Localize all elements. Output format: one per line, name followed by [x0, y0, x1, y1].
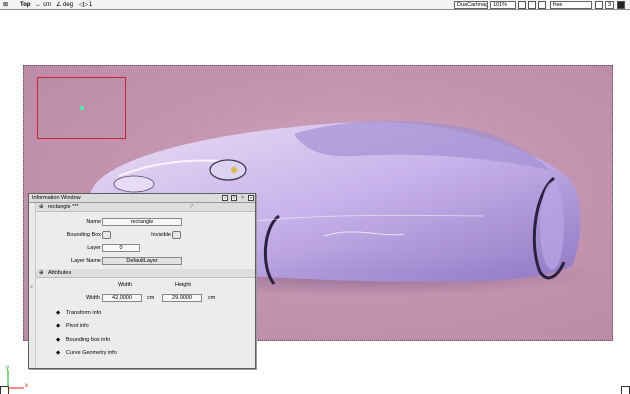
layer-name-field: DefaultLayer — [102, 257, 182, 265]
unit-label[interactable]: cm — [43, 1, 51, 9]
zoom-field[interactable]: 101% — [490, 1, 516, 9]
axis-indicator: y x — [6, 365, 28, 389]
angle-unit-label[interactable]: deg — [63, 1, 73, 9]
page-icon[interactable] — [595, 1, 603, 9]
information-window-body: ⊕ rectangle *** ⤤ Name rectangle Boundin… — [35, 203, 255, 368]
resize-grip-icon[interactable]: ≡ — [30, 284, 33, 290]
invisible-label: Invisible — [151, 232, 171, 238]
height-field[interactable]: 29.0000 — [162, 294, 202, 302]
attributes-header: Attributes — [48, 270, 72, 276]
pin-icon[interactable]: ⤤ — [190, 203, 193, 212]
snap-value[interactable]: 1 — [89, 1, 92, 9]
height-unit: cm — [208, 295, 216, 301]
diamond-icon: ◆ — [56, 350, 61, 356]
object-section-header[interactable]: ⊕ rectangle *** ⤤ — [36, 203, 255, 212]
width-field[interactable]: 42.0000 — [102, 294, 142, 302]
close-icon[interactable]: ⊠ — [3, 1, 8, 9]
pivot-point[interactable] — [80, 106, 84, 110]
curve-geometry-info-item[interactable]: ◆ Curve Geometry info — [56, 349, 117, 357]
layer-label: Layer — [87, 245, 101, 251]
fit-view-icon[interactable] — [528, 1, 536, 9]
scroll-icon[interactable]: ↕ — [222, 195, 228, 201]
corner-marker-icon — [621, 386, 630, 394]
pivot-info-item[interactable]: ◆ Pivot info — [56, 322, 89, 330]
diamond-icon: ◆ — [56, 323, 61, 329]
width-column-header: Width — [117, 282, 133, 288]
attributes-section-header[interactable]: ⊕ Attributes — [36, 269, 255, 278]
angle-icon: ∠ — [56, 2, 62, 8]
unit-arrow-icon: ↔ — [35, 2, 41, 8]
viewport-toolbar: ⊠ Top ↔ cm ∠ deg ◁▷ 1 DuaCarImage 101% f… — [0, 0, 630, 10]
snap-icon: ◁▷ — [79, 2, 89, 8]
name-label: Name — [86, 219, 101, 225]
information-window[interactable]: Information Window ↕ ≡ ▷ × ⊕ rectangle *… — [28, 193, 256, 369]
page-count[interactable]: 3 — [605, 1, 614, 9]
information-window-title: Information Window — [32, 195, 81, 201]
zoom-icon[interactable] — [518, 1, 526, 9]
bounding-box-label: Bounding Box — [66, 232, 101, 238]
width-unit: cm — [147, 295, 155, 301]
pan-icon[interactable] — [538, 1, 546, 9]
name-field[interactable]: rectangle — [102, 218, 182, 226]
information-window-titlebar[interactable]: Information Window ↕ ≡ ▷ × — [29, 194, 255, 203]
layer-name-label: Layer Name — [71, 258, 101, 264]
transform-info-item[interactable]: ◆ Transform info — [56, 309, 101, 317]
diamond-icon: ◆ — [56, 310, 61, 316]
diamond-icon: ◆ — [56, 337, 61, 343]
mode-field[interactable]: free — [550, 1, 592, 9]
collapse-icon[interactable]: ⊕ — [39, 269, 44, 278]
collapse-icon[interactable]: ⊕ — [39, 203, 44, 212]
window-toggle-icon[interactable] — [617, 1, 625, 9]
bounding-box-info-item[interactable]: ◆ Bounding box info — [56, 336, 110, 344]
x-axis-label: x — [25, 383, 28, 389]
image-name-field[interactable]: DuaCarImage — [454, 1, 488, 9]
object-name-header: rectangle *** — [48, 204, 79, 210]
close-icon[interactable]: × — [248, 195, 254, 201]
height-column-header: Height — [175, 282, 191, 288]
view-name[interactable]: Top — [20, 1, 31, 9]
y-axis-label: y — [6, 365, 9, 371]
list-icon[interactable]: ≡ — [231, 195, 237, 201]
invisible-checkbox[interactable] — [172, 231, 181, 239]
bounding-box-checkbox[interactable] — [102, 231, 111, 239]
width-label: Width — [85, 295, 100, 301]
expand-icon[interactable]: ▷ — [240, 195, 246, 201]
layer-field[interactable]: 0 — [102, 244, 140, 252]
